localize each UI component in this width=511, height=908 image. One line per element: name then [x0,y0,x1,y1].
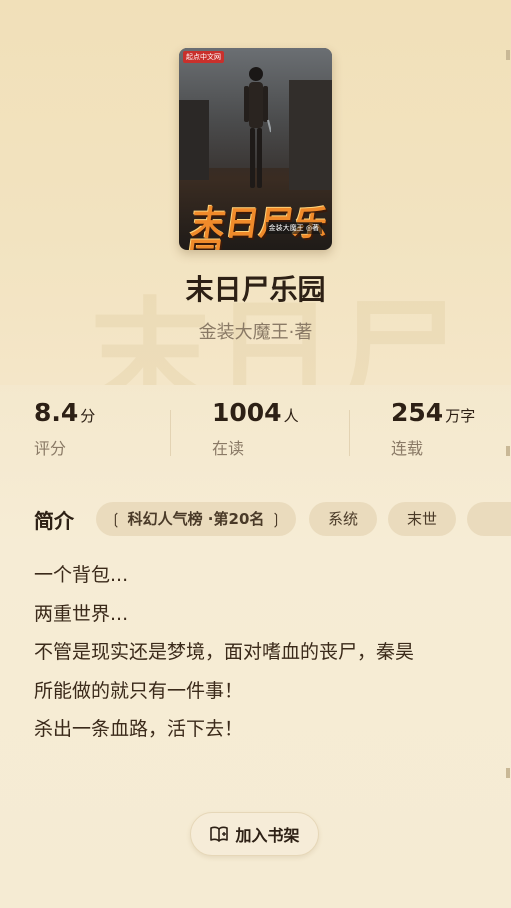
intro-line: 杀出一条血路，活下去！ [34,718,244,740]
stat-rating-unit: 分 [80,407,96,425]
stat-rating-label: 评分 [34,439,67,458]
cover-figure-art [244,67,271,188]
stat-wordcount: 254 万字 连载 [391,398,475,459]
add-to-shelf-button[interactable]: 加入书架 [190,812,319,856]
book-stats: 8.4 分 评分 1004 人 在读 254 万字 连载 [0,398,511,468]
intro-line: 两重世界... [34,602,129,625]
intro-line: 所能做的就只有一件事！ [34,679,244,702]
book-add-icon [210,826,229,842]
edge-marker [506,50,510,60]
genre-tag-apocalypse[interactable]: 末世 [388,502,456,536]
stat-rating: 8.4 分 评分 [34,398,95,459]
intro-text: 一个背包... 两重世界... 不管是现实还是梦境，面对嗜血的丧尸，秦昊 所能做… [34,556,474,749]
stats-divider [170,410,171,456]
cover-building [289,80,332,190]
stat-wordcount-label: 连载 [391,439,424,458]
intro-line: 不管是现实还是梦境，面对嗜血的丧尸，秦昊 [34,641,415,663]
add-to-shelf-label: 加入书架 [235,826,300,845]
edge-marker [506,768,510,778]
stat-wordcount-value: 254 [391,398,444,427]
cover-author-art: 金装大魔王 ◎著 [265,222,322,234]
cover-building [179,100,209,180]
stat-readers-unit: 人 [283,407,299,425]
stat-rating-value: 8.4 [34,398,79,427]
stats-divider [349,410,350,456]
genre-tag-system[interactable]: 系统 [309,502,377,536]
book-detail-page: 末日尸 起点中文网 末日尸乐园 金装大魔王 ◎著 末日尸乐园 金装大魔王·著 8… [0,0,511,908]
cover-brand-badge: 起点中文网 [183,51,224,63]
book-cover[interactable]: 起点中文网 末日尸乐园 金装大魔王 ◎著 [179,48,332,250]
genre-tag-more[interactable] [467,502,511,536]
intro-header: 简介 ❲ 科幻人气榜 ·第20名 ❳ 系统 末世 [0,500,511,538]
stat-readers-value: 1004 [212,398,282,427]
stat-wordcount-unit: 万字 [445,407,476,425]
book-title: 末日尸乐园 [185,273,326,306]
intro-label: 简介 [34,509,74,533]
intro-line: 一个背包... [34,564,129,586]
stat-readers: 1004 人 在读 [212,398,299,459]
stat-readers-label: 在读 [212,439,245,458]
edge-marker [506,446,510,456]
book-author[interactable]: 金装大魔王·著 [0,318,511,344]
hero-section: 末日尸 起点中文网 末日尸乐园 金装大魔王 ◎著 末日尸乐园 金装大魔王·著 [0,0,511,385]
rank-tag[interactable]: ❲ 科幻人气榜 ·第20名 ❳ [96,502,296,536]
